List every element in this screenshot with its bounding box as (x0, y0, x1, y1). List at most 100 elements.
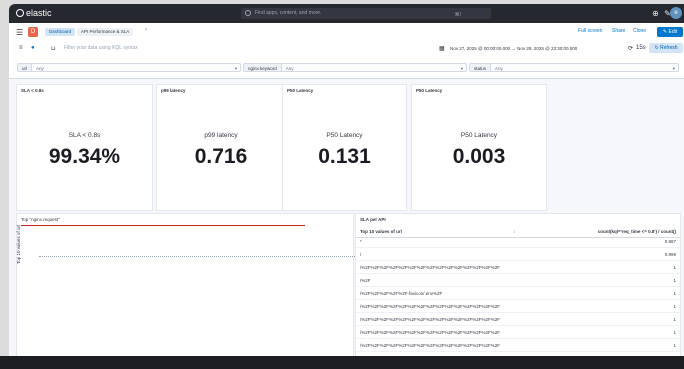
search-placeholder: Find apps, content, and more. (255, 10, 322, 16)
table-row[interactable]: /%2F%2F%2F%2F%2F%2F%2F%2F%2F%2F%2F%2F%2F… (356, 263, 680, 274)
breadcrumb-dashboard[interactable]: Dashboard (45, 28, 76, 36)
cell-sla: 1 (673, 317, 676, 322)
table-panel-sla[interactable]: SLA per API Top 10 values of url ↕ count… (355, 213, 681, 360)
elastic-logo[interactable]: elastic (16, 8, 52, 18)
table-row[interactable]: /%2F 1 (356, 276, 680, 287)
query-bar: ≡ ● ⊔ Filter your data using KQL syntax … (9, 41, 684, 57)
cell-sla: 0.987 (664, 239, 676, 244)
desktop-bottom-bar (0, 356, 684, 369)
cell-url: /%2F%2F%2F%2F%2F%2F%2F%2F%2F%2F%2F%2F%2F… (360, 343, 501, 348)
clone-link[interactable]: Clone (633, 28, 646, 34)
panel-title: SLA < 0.8s (21, 88, 44, 93)
bar-panel-requests[interactable]: Top "nginx.request" (16, 213, 367, 358)
threshold-line (21, 225, 305, 226)
chart-gridline (39, 256, 367, 258)
control-value: Any (495, 66, 503, 71)
control-value: Any (285, 66, 294, 71)
control-label: status (470, 64, 492, 71)
metric-value: 99.34% (48, 145, 121, 168)
chevron-right-icon: › (145, 27, 147, 33)
refresh-label: Refresh (660, 45, 678, 51)
cell-sla: 1 (673, 278, 676, 283)
brand-name: elastic (26, 8, 52, 18)
metric-panel-p50[interactable]: P50 Latency P50 Latency 0.131 (282, 84, 407, 211)
table-row[interactable]: / 0.999 (356, 250, 680, 261)
fullscreen-link[interactable]: Full screen (578, 28, 602, 34)
control-value: Any (36, 66, 44, 71)
refresh-button[interactable]: ↻ Refresh (649, 43, 683, 53)
panel-title: SLA per API (360, 217, 386, 222)
metric-label: P50 Latency (326, 132, 363, 139)
breadcrumb-current: API Performance & SLA (77, 28, 134, 36)
space-badge[interactable]: D (28, 27, 38, 37)
table-row[interactable]: /%2F%2F%2F%2F%2F%2F%2F%2F%2F%2F%2F%2F%2F… (356, 341, 680, 352)
refresh-interval[interactable]: 15s (636, 45, 646, 51)
cell-sla: 1 (673, 304, 676, 309)
search-icon (245, 10, 251, 16)
control-nginx[interactable]: nginx.keyword Any ▾ (243, 63, 467, 72)
panel-title: P50 Latency (287, 88, 314, 93)
search-shortcut: ⌘/ (454, 12, 461, 18)
cell-sla: 1 (673, 343, 676, 348)
kql-icon: ⊔ (51, 46, 56, 52)
interval-icon: ⟳ (628, 46, 634, 52)
control-url[interactable]: url Any ▾ (17, 63, 241, 72)
edit-button[interactable]: ✎ Edit (657, 27, 683, 37)
table-row[interactable]: /%2F%2F%2F%2F%2F%2F%2F%2F%2F%2F%2F%2F%2F… (356, 302, 680, 313)
control-status[interactable]: status Any ▾ (469, 63, 679, 72)
cell-url: / (360, 252, 362, 257)
nav-bar: ☰ D Dashboard API Performance & SLA › Fu… (9, 23, 684, 42)
cell-url: * (360, 239, 362, 244)
menu-icon[interactable]: ☰ (16, 28, 23, 37)
metric-panel-sla[interactable]: SLA < 0.8s SLA < 0.8s 99.34% (16, 84, 153, 211)
cell-url: /%2F%2F%2F%2F%2F%2F%2F%2F%2F%2F%2F%2F%2F… (360, 304, 501, 309)
metric-label: p99 latency (204, 132, 238, 139)
filter-menu-icon[interactable]: ≡ (19, 45, 23, 51)
panel-title: P50 Latency (416, 88, 443, 93)
metric-panel-p50-b[interactable]: P50 Latency P50 Latency 0.003 (411, 84, 547, 211)
cell-url: /%2F%2F%2F%2F%2F%2F%2F%2F%2F%2F%2F%2F%2F… (360, 265, 501, 270)
metric-value: 0.003 (452, 145, 506, 168)
saved-query-icon[interactable]: ● (31, 45, 35, 51)
help-icon[interactable]: ⊕ (650, 8, 661, 19)
column-header-sla[interactable]: count(kql='req_time <= 0.8') / count() (598, 226, 676, 237)
metric-panel-p99[interactable]: p99 latency p99 latency 0.716 (156, 84, 286, 211)
cell-sla: 1 (673, 330, 676, 335)
metric-value: 0.131 (318, 145, 371, 168)
cell-sla: 1 (673, 291, 676, 296)
y-axis-label: Top 10 values of url (16, 224, 21, 264)
cell-url: /%2F%2F%2F%2F%2F-favicon/.env%2F (360, 291, 443, 296)
panel-title: Top "nginx.request" (21, 217, 60, 222)
date-range-picker[interactable]: Nov 27, 2025 @ 00:00:00.000 → Nov 28, 20… (450, 44, 577, 53)
edit-label: Edit (668, 29, 678, 35)
cell-sla: 1 (673, 265, 676, 270)
metric-value: 0.716 (194, 145, 248, 168)
metric-label: SLA < 0.8s (68, 132, 101, 139)
panel-title: p99 latency (161, 88, 186, 93)
table-row[interactable]: /%2F%2F%2F%2F%2F-favicon/.env%2F 1 (356, 289, 680, 300)
chevron-down-icon: ▾ (234, 66, 237, 71)
elastic-logo-icon (16, 9, 24, 17)
cell-sla: 0.999 (664, 252, 676, 257)
global-search-input[interactable]: Find apps, content, and more. ⌘/ (241, 8, 491, 19)
cell-url: /%2F%2F%2F%2F%2F%2F%2F%2F%2F%2F%2F%2F%2F… (360, 317, 501, 322)
controls-bar: url Any ▾ nginx.keyword Any ▾ status Any ▾ (9, 56, 684, 79)
share-link[interactable]: Share (612, 28, 625, 34)
sort-icon[interactable]: ↕ (513, 226, 515, 237)
kibana-window: elastic Find apps, content, and more. ⌘/… (9, 4, 684, 367)
calendar-icon[interactable]: ▦ (439, 45, 445, 52)
column-header-url[interactable]: Top 10 values of url (360, 226, 402, 237)
avatar[interactable]: e (670, 7, 682, 19)
header-bar: elastic Find apps, content, and more. ⌘/… (9, 4, 684, 23)
control-label: url (18, 64, 33, 71)
chevron-down-icon: ▾ (460, 66, 463, 71)
cell-url: /%2F (360, 278, 371, 283)
chevron-down-icon: ▾ (672, 66, 675, 71)
kql-search-input[interactable]: Filter your data using KQL syntax (64, 45, 138, 51)
control-label: nginx.keyword (244, 64, 282, 71)
table-row[interactable]: /%2F%2F%2F%2F%2F%2F%2F%2F%2F%2F%2F%2F%2F… (356, 328, 680, 339)
cell-url: /%2F%2F%2F%2F%2F%2F%2F%2F%2F%2F%2F%2F%2F… (360, 330, 501, 335)
table-row[interactable]: /%2F%2F%2F%2F%2F%2F%2F%2F%2F%2F%2F%2F%2F… (356, 315, 680, 326)
table-row[interactable]: * 0.987 (356, 237, 680, 248)
metric-label: P50 Latency (460, 132, 498, 139)
